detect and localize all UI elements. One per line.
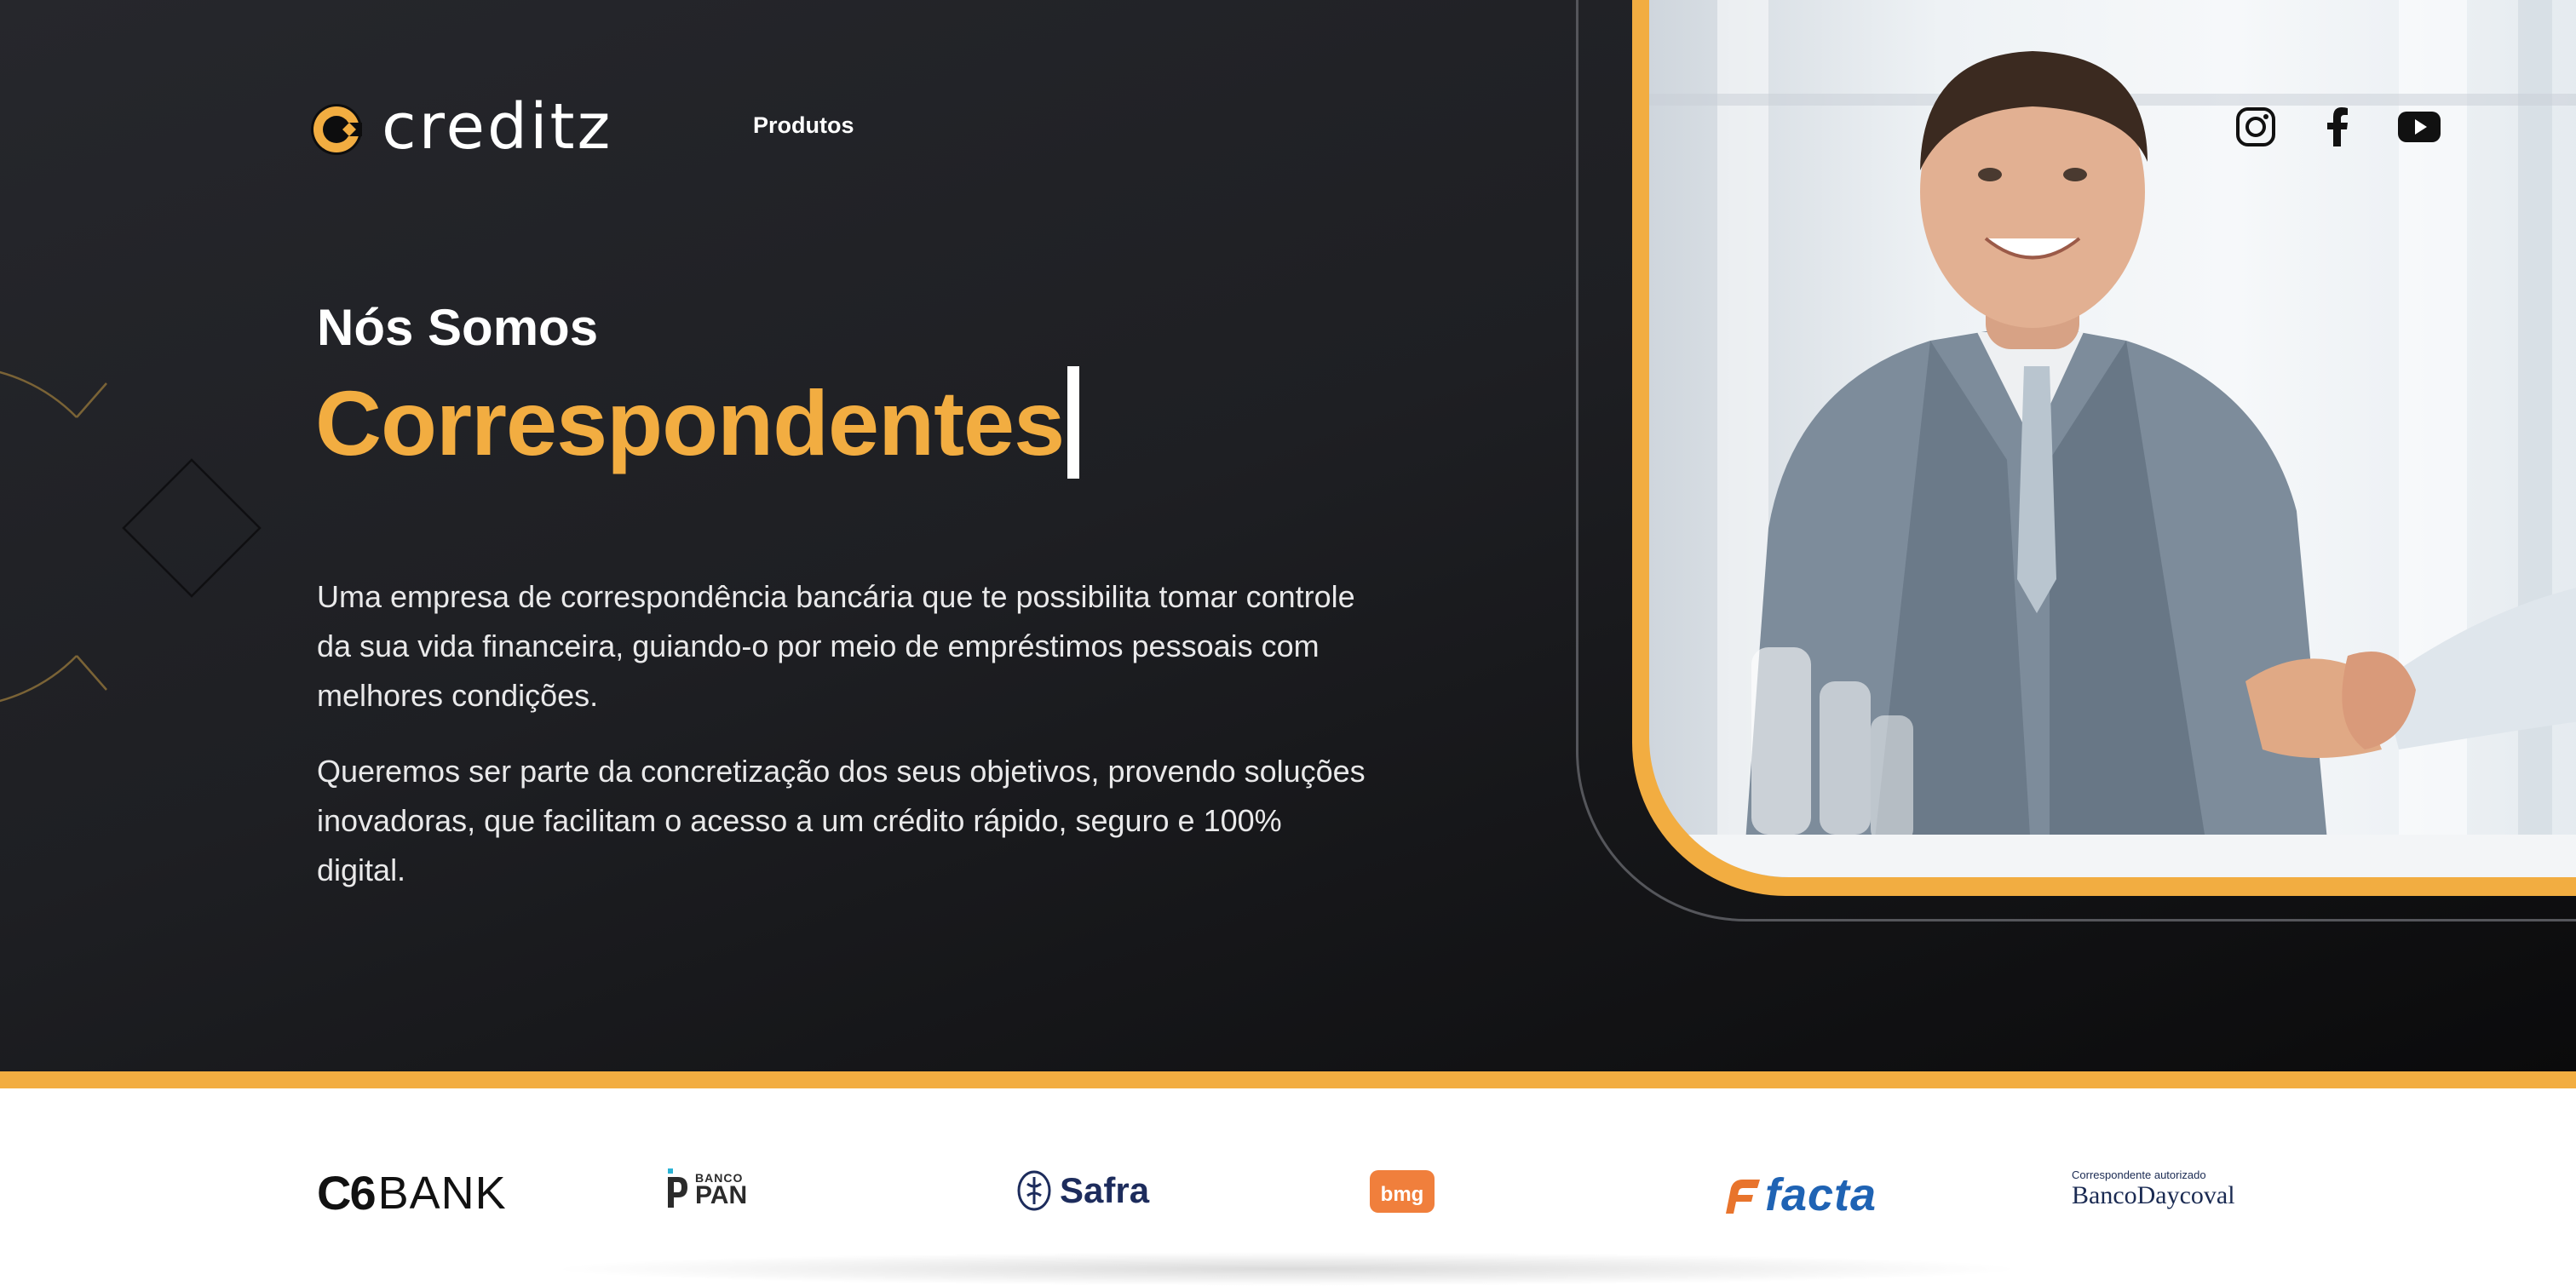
hero-section: creditz Produtos Nós Somos Correspondent… [0,0,2576,1071]
facebook-icon[interactable] [2317,106,2360,148]
bank-logo-daycoval: Correspondente autorizado Banco Daycoval [2072,1168,2235,1210]
pan-text: BANCO PAN [695,1171,748,1209]
facta-mark-icon [1726,1180,1760,1214]
strip-shadow [545,1252,2027,1286]
bank-logo-safra: Safra [1017,1170,1149,1211]
creditz-logo[interactable]: creditz [310,90,613,164]
facta-text: facta [1765,1169,1877,1220]
logo-mark-icon [311,104,362,155]
safra-text: Safra [1060,1170,1150,1210]
c6-bold: C6 [317,1166,377,1220]
accent-stripe [0,1071,2576,1088]
bank-logo-c6: C6 BANK [317,1165,507,1220]
headline-big: Correspondentes [315,366,1080,479]
headline-small: Nós Somos [317,299,599,356]
logo-wordmark: creditz [382,90,613,164]
intro-paragraph-2: Queremos ser parte da concretização dos … [317,754,1366,887]
bank-logo-pan: BANCO PAN [664,1168,747,1209]
daycoval-caption: Correspondente autorizado [2072,1168,2206,1181]
nav-produtos[interactable]: Produtos [753,112,854,139]
partner-banks-strip: C6 BANK BANCO PAN Safra bmg facta Corres… [0,1088,2576,1269]
headline-big-text: Correspondentes [315,370,1065,474]
pan-big: PAN [695,1181,748,1209]
background-logo-shape [0,370,262,703]
bmg-text: bmg [1380,1183,1424,1206]
pan-mark-icon [668,1168,687,1208]
youtube-icon[interactable] [2397,106,2441,148]
intro-paragraph-1: Uma empresa de correspondência bancária … [317,579,1355,713]
c6-light: BANK [377,1167,507,1219]
bank-logo-facta: facta [1721,1168,1877,1221]
instagram-icon[interactable] [2234,106,2277,148]
daycoval-brand: Daycoval [2136,1181,2235,1209]
daycoval-name: Banco Daycoval [2072,1181,2235,1210]
safra-emblem-icon [1017,1170,1051,1211]
daycoval-prefix: Banco [2072,1181,2137,1209]
bank-logo-bmg: bmg [1370,1170,1435,1213]
typing-caret [1067,366,1080,479]
